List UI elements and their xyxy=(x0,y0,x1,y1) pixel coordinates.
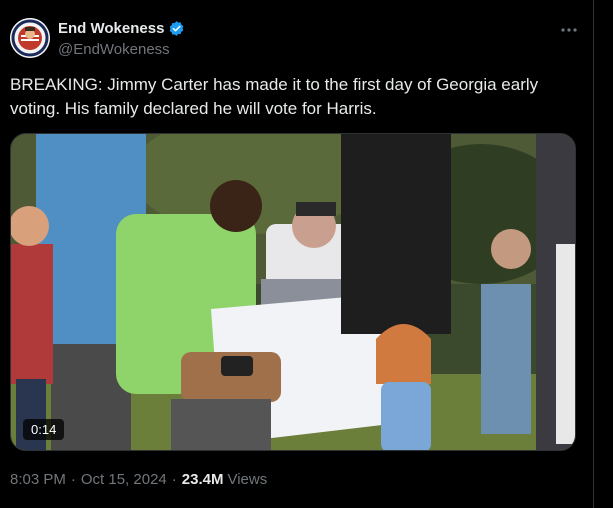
video-duration: 0:14 xyxy=(23,419,65,440)
tweet-time[interactable]: 8:03 PM xyxy=(10,471,66,488)
tweet-header: End Wokeness @EndWokeness xyxy=(10,18,580,62)
video-frame xyxy=(11,134,575,450)
timeline-divider xyxy=(593,0,594,508)
views-label: Views xyxy=(227,471,268,488)
tweet-text: BREAKING: Jimmy Carter has made it to th… xyxy=(10,75,539,118)
tweet-date[interactable]: Oct 15, 2024 xyxy=(81,471,167,488)
separator: · xyxy=(171,471,177,488)
video-player[interactable]: 0:14 xyxy=(10,133,576,451)
more-horizontal-icon[interactable] xyxy=(557,20,581,40)
separator: · xyxy=(70,471,76,488)
avatar[interactable] xyxy=(10,18,50,58)
display-name[interactable]: End Wokeness xyxy=(58,20,164,37)
verified-badge-icon xyxy=(168,20,185,37)
views-count[interactable]: 23.4M xyxy=(182,471,224,488)
user-handle[interactable]: @EndWokeness xyxy=(58,41,170,58)
tweet-meta: 8:03 PM · Oct 15, 2024 · 23.4M Views xyxy=(10,471,267,488)
